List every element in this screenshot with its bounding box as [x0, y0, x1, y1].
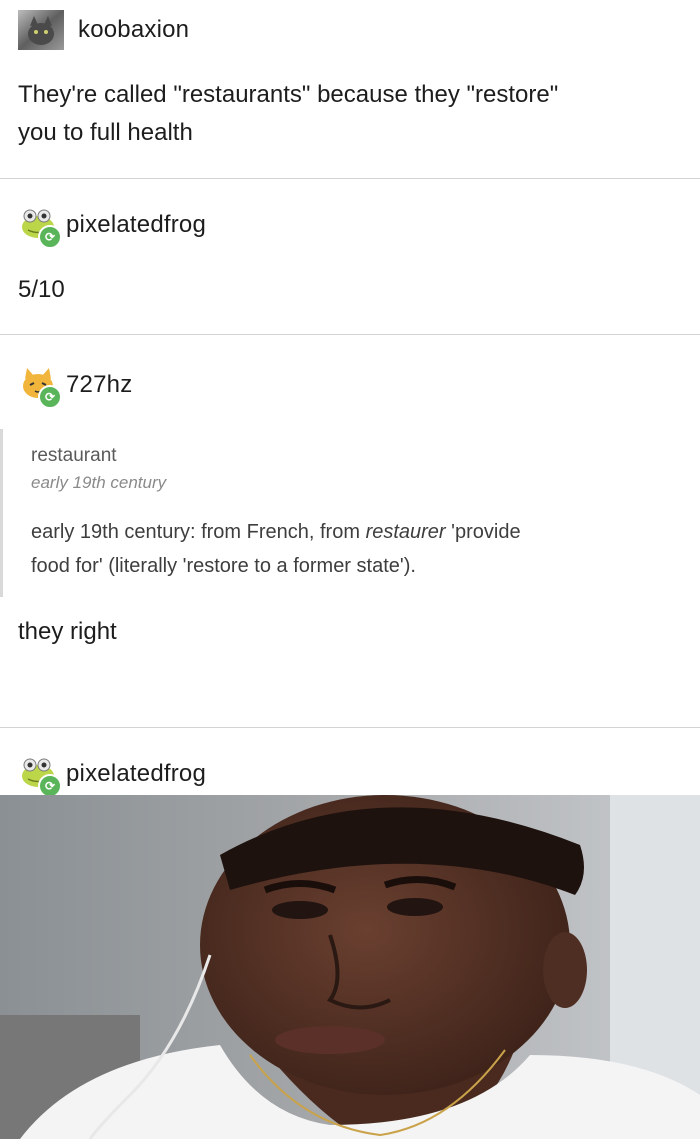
definition-text: 'provide	[445, 521, 521, 543]
username[interactable]: pixelatedfrog	[66, 760, 206, 788]
definition-text: early 19th century: from French, from	[31, 521, 366, 543]
post-header: ⟳ pixelatedfrog	[18, 756, 682, 798]
username[interactable]: 727hz	[66, 371, 132, 399]
dictionary-word: restaurant	[31, 445, 117, 466]
definition-italic: restaurer	[365, 521, 446, 543]
post-header: ⟳ 727hz	[18, 367, 682, 409]
dictionary-definition: early 19th century: from French, from re…	[31, 515, 682, 583]
username[interactable]: koobaxion	[78, 16, 189, 44]
dictionary-quote: restaurant early 19th century early 19th…	[0, 429, 682, 597]
definition-line: food for' (literally 'restore to a forme…	[31, 555, 416, 577]
cat-face-avatar-icon[interactable]: ⟳	[18, 367, 62, 409]
dictionary-era: early 19th century	[31, 473, 167, 492]
post-header: koobaxion	[18, 10, 682, 50]
post-photo	[0, 795, 700, 1140]
post-text-line: you to full health	[18, 119, 193, 146]
reblog-icon: ⟳	[38, 385, 62, 409]
post-koobaxion: koobaxion They're called "restaurants" b…	[0, 0, 700, 178]
post-text: 5/10	[18, 276, 65, 303]
reblog-icon: ⟳	[38, 225, 62, 249]
definition-line: early 19th century: from French, from re…	[31, 515, 682, 549]
username[interactable]: pixelatedfrog	[66, 211, 206, 239]
post-text-line: They're called "restaurants" because the…	[18, 81, 559, 108]
post-pixelatedfrog: ⟳ pixelatedfrog 5/10	[0, 179, 700, 334]
post-text: they right	[18, 618, 117, 645]
cat-avatar-icon[interactable]	[18, 10, 64, 50]
frog-avatar-icon[interactable]: ⟳	[18, 756, 62, 798]
frog-avatar-icon[interactable]: ⟳	[18, 207, 62, 249]
post-header: ⟳ pixelatedfrog	[18, 207, 682, 249]
post-727hz: ⟳ 727hz restaurant early 19th century ea…	[0, 335, 700, 727]
post-text: They're called "restaurants" because the…	[18, 76, 682, 152]
